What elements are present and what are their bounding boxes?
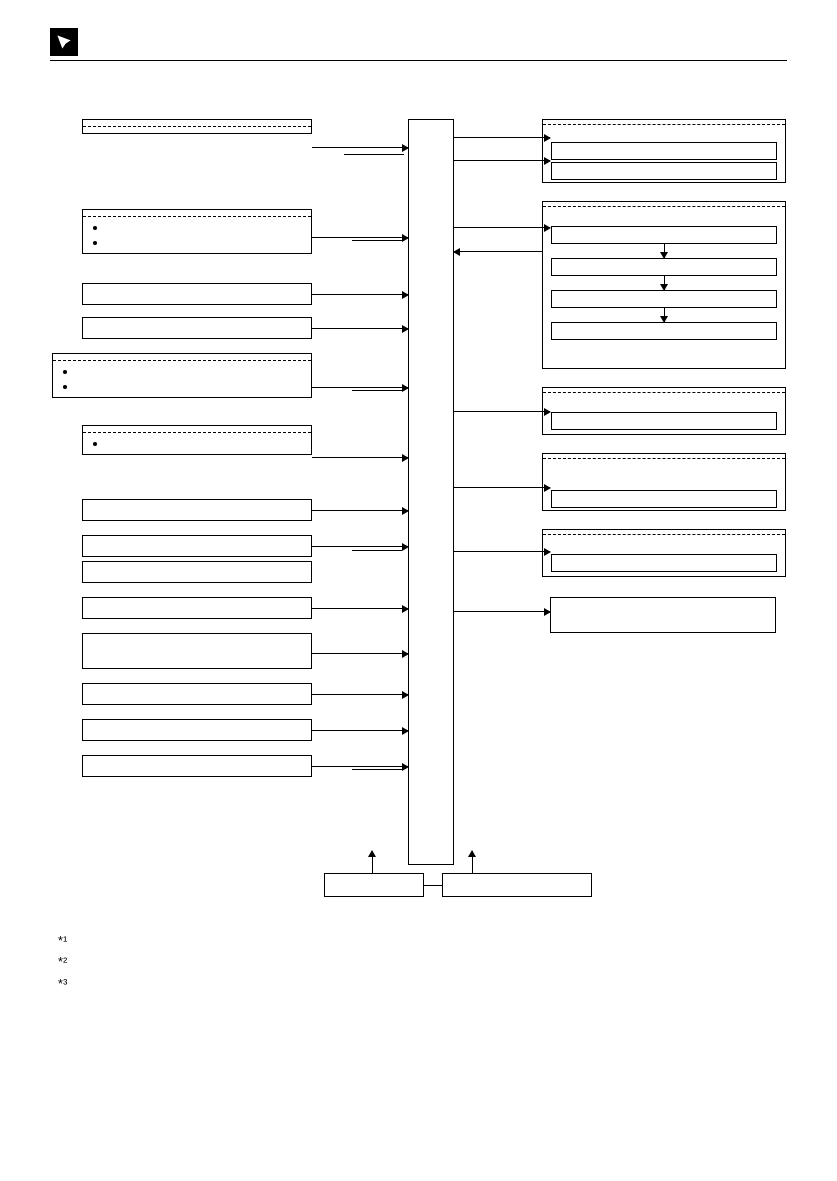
sensor-intake-air-temp [82, 317, 312, 339]
sensor-neutral-start [82, 597, 312, 619]
footnotes: *¹ *² *³ [58, 931, 779, 995]
actuator-oxygen-heater [542, 453, 786, 511]
sensor-water-temp [82, 283, 312, 305]
battery-box [324, 873, 424, 897]
logo-icon [50, 28, 78, 56]
sensor-vehicle-speed [82, 499, 312, 521]
engine-ecu [408, 119, 454, 865]
efi-main-relay-box [442, 873, 592, 897]
sensor-distributor [82, 209, 312, 254]
sensor-variable-resistor [82, 561, 312, 583]
sensor-oxygen [82, 535, 312, 557]
actuator-isc [542, 387, 786, 435]
actuator-check-engine-lamp [550, 597, 776, 633]
sensor-ignition-switch [82, 425, 312, 455]
actuator-efi [542, 119, 786, 183]
header-rule [50, 60, 787, 61]
sensor-taillight-defogger [82, 633, 312, 669]
actuator-fuel-pump [542, 529, 786, 577]
sensor-manifold-airflow [82, 119, 312, 134]
sensor-knock [82, 719, 312, 741]
block-diagram [52, 101, 786, 921]
sensor-throttle-position [52, 353, 312, 398]
sensor-check-connector [82, 755, 312, 777]
actuator-esa [542, 201, 786, 369]
sensor-air-conditioner [82, 683, 312, 705]
